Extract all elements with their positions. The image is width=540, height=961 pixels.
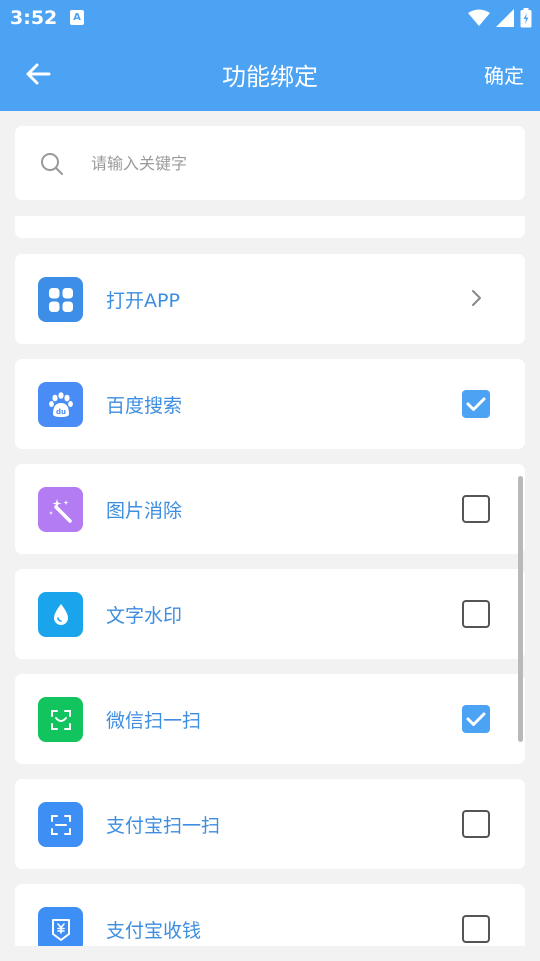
chevron-right-icon bbox=[472, 290, 481, 306]
list-item-text-watermark[interactable]: 文字水印 bbox=[15, 569, 525, 659]
scrollbar[interactable] bbox=[518, 476, 523, 742]
checkmark-icon bbox=[466, 712, 486, 726]
list-item-label: 微信扫一扫 bbox=[106, 710, 202, 732]
checkbox-unchecked[interactable] bbox=[462, 600, 490, 628]
list-item-partial bbox=[15, 216, 525, 238]
list-item-baidu-search[interactable]: du 百度搜索 bbox=[15, 359, 525, 449]
bottom-edge bbox=[0, 946, 540, 961]
list-item-image-erase[interactable]: 图片消除 bbox=[15, 464, 525, 554]
list-item-label: 支付宝收钱 bbox=[106, 920, 202, 942]
battery-icon bbox=[520, 8, 532, 28]
list-item-alipay-scan[interactable]: 支付宝扫一扫 bbox=[15, 779, 525, 869]
notification-a-icon: A bbox=[70, 10, 84, 25]
list-item-label: 图片消除 bbox=[106, 500, 183, 522]
list-item-label: 支付宝扫一扫 bbox=[106, 815, 221, 837]
wechat-scan-icon bbox=[38, 697, 83, 742]
checkbox-unchecked[interactable] bbox=[462, 915, 490, 943]
grid-icon bbox=[38, 277, 83, 322]
checkmark-icon bbox=[466, 397, 486, 411]
search-input[interactable] bbox=[91, 146, 501, 180]
status-icons bbox=[468, 6, 532, 30]
list-item-label: 文字水印 bbox=[106, 605, 183, 627]
checkbox-unchecked[interactable] bbox=[462, 810, 490, 838]
page-title: 功能绑定 bbox=[222, 63, 318, 91]
search-bar bbox=[15, 126, 525, 200]
signal-icon bbox=[496, 9, 514, 27]
wifi-icon bbox=[468, 9, 490, 26]
app-bar: 功能绑定 确定 bbox=[0, 36, 540, 111]
list-item-label: 百度搜索 bbox=[106, 395, 183, 417]
search-icon bbox=[41, 153, 63, 175]
list-item-wechat-scan[interactable]: 微信扫一扫 bbox=[15, 674, 525, 764]
scan-frame-icon bbox=[38, 802, 83, 847]
status-bar: 3:52 A bbox=[0, 0, 540, 36]
checkbox-unchecked[interactable] bbox=[462, 495, 490, 523]
confirm-button[interactable]: 确定 bbox=[484, 60, 524, 89]
status-time: 3:52 bbox=[10, 7, 58, 29]
magic-wand-icon bbox=[38, 487, 83, 532]
list-item-label: 打开APP bbox=[106, 290, 180, 312]
water-drop-icon bbox=[38, 592, 83, 637]
checkbox-checked[interactable] bbox=[462, 390, 490, 418]
svg-text:du: du bbox=[56, 408, 66, 416]
checkbox-checked[interactable] bbox=[462, 705, 490, 733]
list-item-open-app[interactable]: 打开APP bbox=[15, 254, 525, 344]
baidu-paw-icon: du bbox=[38, 382, 83, 427]
